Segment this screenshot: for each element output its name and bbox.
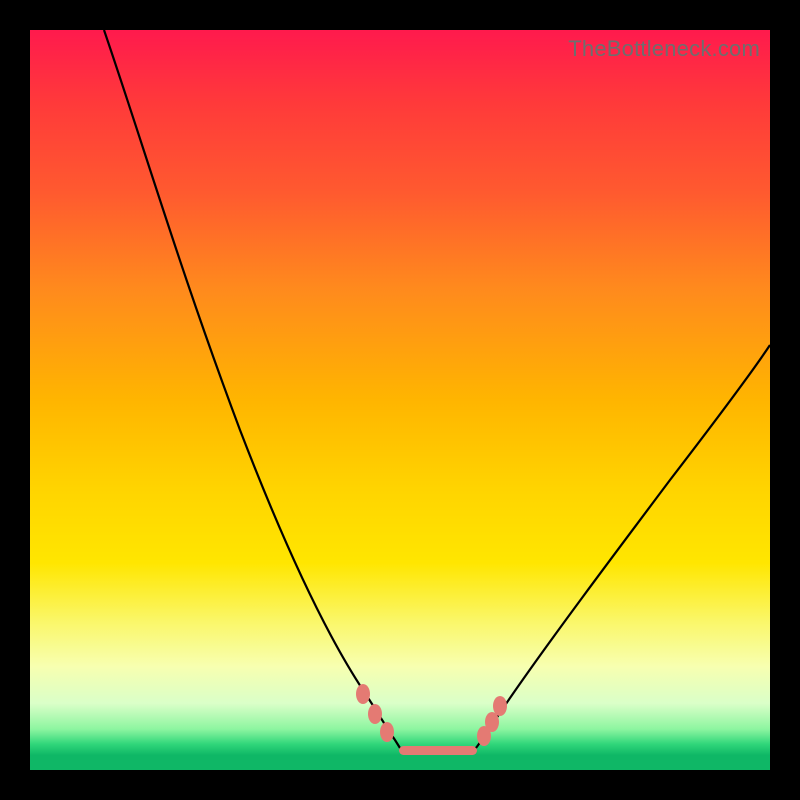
marker-dot (493, 696, 507, 716)
plot-area: TheBottleneck.com (30, 30, 770, 770)
curve-right-branch (476, 345, 770, 748)
marker-dot (356, 684, 370, 704)
marker-dot (485, 712, 499, 732)
marker-dot (380, 722, 394, 742)
curve-layer (30, 30, 770, 770)
chart-frame: TheBottleneck.com (0, 0, 800, 800)
valley-floor-bar (399, 746, 477, 755)
curve-left-branch (104, 30, 400, 748)
watermark-text: TheBottleneck.com (568, 36, 760, 62)
marker-dot (368, 704, 382, 724)
